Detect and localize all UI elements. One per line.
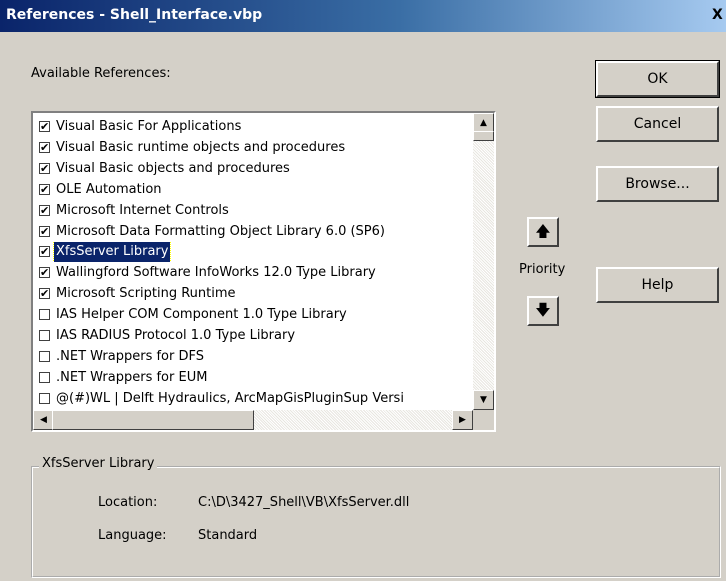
reference-checkbox[interactable] (39, 225, 50, 237)
reference-label: XfsServer Library (52, 242, 172, 263)
reference-checkbox[interactable] (39, 162, 50, 174)
reference-label: Visual Basic runtime objects and procedu… (56, 139, 346, 155)
reference-item[interactable]: .NET Wrappers for DFS (37, 347, 475, 367)
reference-item[interactable]: OLE Automation (37, 180, 475, 200)
browse-button[interactable]: Browse... (596, 166, 719, 202)
language-label: Language: (98, 528, 167, 543)
arrow-up-icon: 🡅 (535, 222, 551, 240)
reference-item[interactable]: Visual Basic runtime objects and procedu… (37, 138, 475, 158)
reference-label: Microsoft Data Formatting Object Library… (56, 223, 385, 239)
title-bar[interactable]: References - Shell_Interface.vbp X (0, 0, 726, 32)
priority-up-button[interactable]: 🡅 (527, 217, 559, 247)
reference-checkbox[interactable] (39, 267, 50, 279)
scroll-up-icon[interactable]: ▲ (473, 113, 494, 133)
horizontal-scrollbar[interactable]: ◀ ▶ (33, 410, 473, 430)
reference-item[interactable]: .NET Wrappers for EUM (37, 368, 475, 388)
hscroll-thumb[interactable] (52, 410, 254, 430)
reference-checkbox[interactable] (39, 371, 50, 383)
priority-label: Priority (519, 262, 566, 277)
window-title: References - Shell_Interface.vbp (6, 7, 263, 23)
location-label: Location: (98, 495, 158, 510)
reference-checkbox[interactable] (39, 141, 50, 153)
reference-label: .NET Wrappers for DFS (56, 348, 204, 364)
scroll-left-icon[interactable]: ◀ (33, 410, 54, 430)
reference-label: Microsoft Internet Controls (56, 202, 229, 218)
reference-checkbox[interactable] (39, 309, 50, 321)
details-group-title: XfsServer Library (39, 456, 158, 471)
reference-checkbox[interactable] (39, 183, 50, 195)
reference-item[interactable]: Visual Basic objects and procedures (37, 159, 475, 179)
reference-checkbox[interactable] (39, 350, 50, 362)
reference-label: Visual Basic objects and procedures (56, 160, 290, 176)
reference-item[interactable]: Microsoft Data Formatting Object Library… (37, 222, 475, 242)
references-listbox[interactable]: Visual Basic For Applications Visual Basi… (31, 111, 496, 432)
available-references-label: Available References: (31, 66, 171, 81)
scroll-thumb[interactable] (473, 131, 494, 141)
location-value: C:\D\3427_Shell\VB\XfsServer.dll (198, 495, 410, 510)
reference-item[interactable]: Visual Basic For Applications (37, 117, 475, 137)
ok-button[interactable]: OK (595, 60, 720, 98)
reference-item[interactable]: @(#)WL | Delft Hydraulics, ArcMapGisPlug… (37, 389, 475, 409)
reference-label: IAS RADIUS Protocol 1.0 Type Library (56, 328, 296, 343)
arrow-down-icon: 🡇 (535, 301, 551, 319)
reference-label: Visual Basic For Applications (56, 119, 242, 134)
scrollbar-corner (473, 410, 494, 430)
reference-label: @(#)WL | Delft Hydraulics, ArcMapGisPlug… (56, 390, 404, 406)
scroll-right-icon[interactable]: ▶ (452, 410, 473, 430)
language-value: Standard (198, 528, 258, 543)
scroll-down-icon[interactable]: ▼ (473, 390, 494, 410)
reference-checkbox[interactable] (39, 246, 50, 258)
reference-item[interactable]: IAS RADIUS Protocol 1.0 Type Library (37, 326, 475, 346)
reference-checkbox[interactable] (39, 288, 50, 300)
reference-item[interactable]: Wallingford Software InfoWorks 12.0 Type… (37, 263, 475, 283)
help-button[interactable]: Help (596, 267, 719, 303)
reference-label: OLE Automation (56, 181, 162, 197)
reference-checkbox[interactable] (39, 204, 50, 216)
reference-label: .NET Wrappers for EUM (56, 369, 208, 385)
reference-label: IAS Helper COM Component 1.0 Type Librar… (56, 307, 347, 323)
close-icon[interactable]: X (712, 7, 723, 23)
cancel-button[interactable]: Cancel (596, 106, 719, 142)
reference-label: Wallingford Software InfoWorks 12.0 Type… (56, 265, 376, 281)
priority-down-button[interactable]: 🡇 (527, 296, 559, 326)
reference-checkbox[interactable] (39, 330, 50, 341)
reference-item[interactable]: Microsoft Internet Controls (37, 201, 475, 221)
reference-item[interactable]: IAS Helper COM Component 1.0 Type Librar… (37, 305, 475, 325)
reference-details-group (31, 466, 721, 578)
reference-item[interactable]: XfsServer Library (37, 242, 475, 263)
reference-item[interactable]: Microsoft Scripting Runtime (37, 284, 475, 304)
reference-label: Microsoft Scripting Runtime (56, 286, 236, 302)
reference-checkbox[interactable] (39, 392, 50, 404)
vertical-scrollbar[interactable]: ▲ ▼ (473, 113, 494, 410)
reference-checkbox[interactable] (39, 121, 50, 132)
